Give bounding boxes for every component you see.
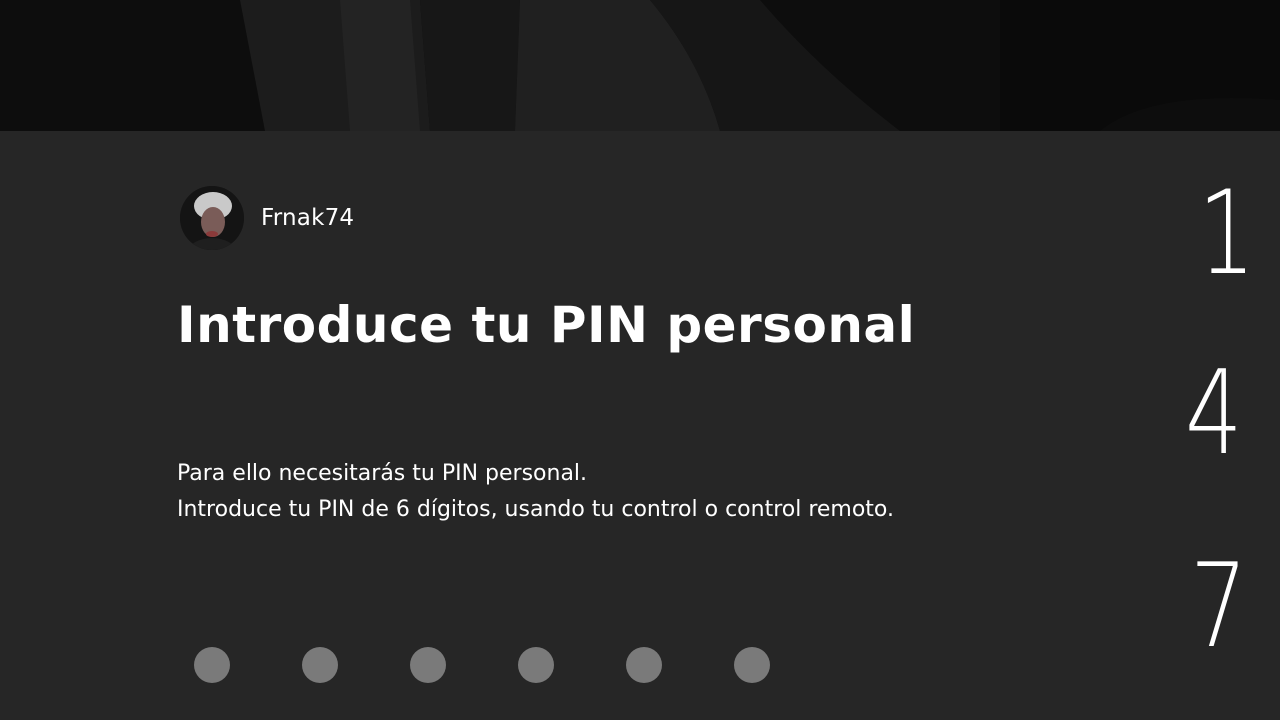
key-7[interactable]: 7 <box>1190 549 1280 669</box>
instructions-line-2: Introduce tu PIN de 6 dígitos, usando tu… <box>177 497 894 522</box>
pin-dot-2 <box>302 647 338 683</box>
background-artwork-shapes <box>0 0 1280 131</box>
gamertag: Frnak74 <box>261 205 355 231</box>
pin-dot-5 <box>626 647 662 683</box>
instructions: Para ello necesitarás tu PIN personal. I… <box>177 456 894 528</box>
pin-dots <box>194 647 842 683</box>
key-1[interactable]: 1 <box>1198 176 1280 296</box>
number-keypad: 1 4 7 <box>1180 131 1280 720</box>
pin-entry-screen: Frnak74 Introduce tu PIN personal Para e… <box>0 0 1280 720</box>
pin-dot-1 <box>194 647 230 683</box>
avatar <box>180 186 244 250</box>
page-title: Introduce tu PIN personal <box>177 296 916 354</box>
pin-dot-6 <box>734 647 770 683</box>
pin-dot-3 <box>410 647 446 683</box>
key-7-label: 7 <box>1190 539 1248 674</box>
user-row: Frnak74 <box>180 186 354 250</box>
pin-dot-4 <box>518 647 554 683</box>
key-1-label: 1 <box>1198 166 1256 301</box>
avatar-image <box>180 186 244 250</box>
key-4[interactable]: 4 <box>1185 356 1280 476</box>
instructions-line-1: Para ello necesitarás tu PIN personal. <box>177 461 588 486</box>
background-artwork <box>0 0 1280 131</box>
key-4-label: 4 <box>1185 346 1243 481</box>
pin-panel: Frnak74 Introduce tu PIN personal Para e… <box>0 131 1280 720</box>
